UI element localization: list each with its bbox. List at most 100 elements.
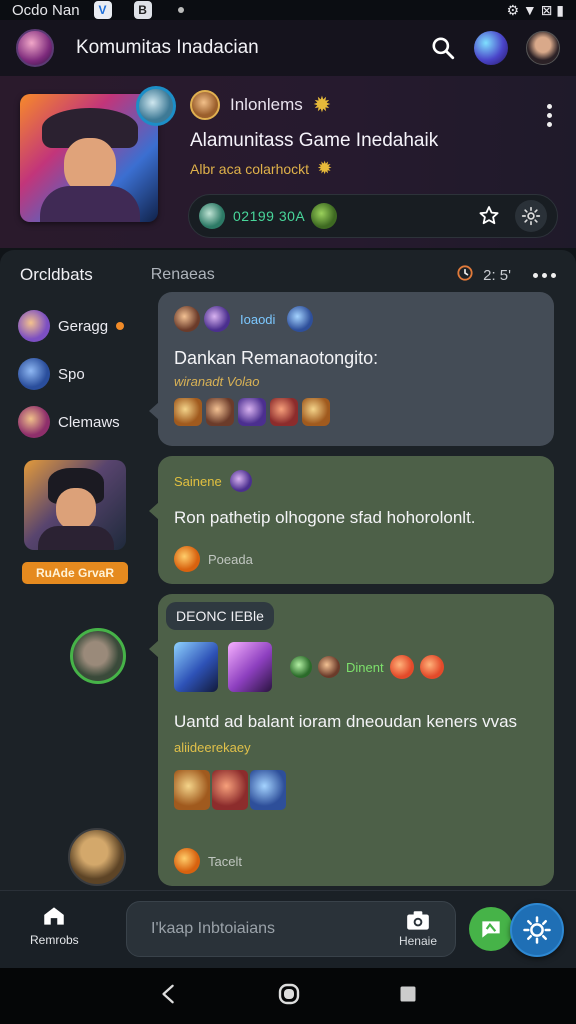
community-logo[interactable] <box>16 29 54 67</box>
chat-bubble-button[interactable] <box>469 907 513 951</box>
moderator-avatar[interactable] <box>190 90 220 120</box>
channel-item[interactable]: Spo <box>18 350 124 398</box>
tab-meta: 2: 5' <box>455 263 556 287</box>
participant-avatar[interactable] <box>68 828 126 886</box>
camera-icon <box>407 911 429 930</box>
timer-label: 2: 5' <box>483 266 511 284</box>
message-header: Sainene <box>174 470 252 492</box>
attachment-row: Dinent <box>174 642 444 692</box>
reply-avatar <box>174 546 200 572</box>
hero-thumb[interactable] <box>270 398 298 426</box>
reply-row[interactable]: Poeada <box>174 546 253 572</box>
home-tab[interactable]: Remrobs <box>30 903 79 947</box>
channel-avatar <box>18 406 50 438</box>
camera-label: Henaie <box>398 934 437 948</box>
home-nav-icon[interactable] <box>277 982 301 1011</box>
author-avatar[interactable] <box>174 306 200 332</box>
message-composer[interactable]: I'kaap Inbtoiaians Henaie <box>126 901 456 957</box>
tab-active[interactable]: Orcldbats <box>20 265 93 285</box>
more-options-icon[interactable] <box>547 104 552 127</box>
message-subtext: aliideerekaey <box>174 740 251 755</box>
channel-avatar <box>18 310 50 342</box>
badge-avatar <box>287 306 314 332</box>
author-name[interactable]: Ioaodi <box>240 312 275 327</box>
home-icon <box>44 907 65 925</box>
message-tag: DEONC IEBle <box>166 602 274 630</box>
attachment-image[interactable] <box>228 642 272 692</box>
message-subtext: wiranadt Volao <box>174 374 260 389</box>
user-avatar[interactable] <box>526 31 560 65</box>
back-icon[interactable] <box>158 983 180 1010</box>
search-icon[interactable] <box>430 35 456 61</box>
message-text: Dankan Remanaotongito: <box>174 348 379 368</box>
member-avatar-2 <box>311 203 338 229</box>
rewards-orb-icon[interactable] <box>474 31 508 65</box>
author-badge-icon <box>229 470 252 492</box>
hero-thumb[interactable] <box>174 398 202 426</box>
channel-label: Spo <box>58 365 85 383</box>
home-label: Remrobs <box>30 933 79 947</box>
message-bubble[interactable]: Sainene Ron pathetip olhogone sfad hohor… <box>149 456 554 584</box>
reply-label: Poeada <box>208 551 253 567</box>
channel-label: Clemaws <box>58 413 120 431</box>
system-nav-bar <box>0 968 576 1024</box>
hero-strip <box>174 398 330 426</box>
participant-avatar[interactable] <box>70 628 126 684</box>
channel-item[interactable]: Clemaws <box>18 398 124 446</box>
message-bubble[interactable]: DEONC IEBle Dinent Uantd ad balant ioram… <box>149 594 554 886</box>
author-avatar[interactable] <box>318 656 340 678</box>
message-text: Uantd ad balant ioram dneoudan keners vv… <box>174 712 518 731</box>
author-name[interactable]: Dinent <box>346 660 384 675</box>
hero-thumb[interactable] <box>238 398 266 426</box>
gear-icon <box>523 916 551 944</box>
hero-thumb[interactable] <box>206 398 234 426</box>
message-bubble[interactable]: Ioaodi Dankan Remanaotongito: wiranadt V… <box>149 292 554 446</box>
reply-row[interactable]: Tacelt <box>174 848 242 874</box>
message-text: Ron pathetip olhogone sfad hohorolonlt. <box>174 508 476 527</box>
reply-label: Tacelt <box>208 853 242 869</box>
pin-icon[interactable] <box>477 204 501 228</box>
settings-gear-icon[interactable] <box>515 200 547 232</box>
status-time: Ocdo Nan <box>12 1 80 19</box>
poster-avatar[interactable] <box>24 460 126 550</box>
hero-thumb[interactable] <box>212 770 248 810</box>
app-bar: Komumitas Inadacian <box>0 20 576 76</box>
group-badge-avatar[interactable] <box>136 86 176 126</box>
tab-inactive[interactable]: Renaeas <box>151 266 215 284</box>
message-header: Ioaodi <box>174 306 314 332</box>
channel-label: Geragg <box>58 317 109 335</box>
clover-icon <box>290 656 312 678</box>
fab-settings-button[interactable] <box>510 903 564 957</box>
member-pill[interactable]: 02199 30A <box>188 194 558 238</box>
channel-item[interactable]: Geragg <box>18 302 125 350</box>
channel-list: Geragg Spo Clemaws <box>18 302 125 446</box>
app-title: Komumitas Inadacian <box>76 37 259 58</box>
app-bar-actions <box>430 31 560 65</box>
author-name[interactable]: Sainene <box>174 474 222 489</box>
hero-thumb[interactable] <box>250 770 286 810</box>
cover-coat <box>40 186 140 222</box>
reaction-emoji[interactable] <box>389 655 414 679</box>
hero-thumb[interactable] <box>174 770 210 810</box>
clock-icon <box>455 263 475 287</box>
recents-icon[interactable] <box>398 984 418 1009</box>
group-header: Inlonlems ✹ Alamunitass Game Inedahaik A… <box>0 76 576 248</box>
camera-button[interactable]: Henaie <box>399 910 437 948</box>
hero-strip <box>174 770 286 810</box>
tab-more-icon[interactable] <box>533 272 556 278</box>
author-avatar[interactable] <box>204 306 230 332</box>
reaction-emoji[interactable] <box>419 655 444 679</box>
poster-face <box>56 488 96 530</box>
poster-body <box>38 526 114 550</box>
member-count: 02199 30A <box>233 208 306 224</box>
moderator-row: Inlonlems ✹ <box>190 90 331 120</box>
attachment-image[interactable] <box>174 642 218 692</box>
group-subtitle: Albr aca colarhockt <box>190 160 310 177</box>
hero-thumb[interactable] <box>302 398 330 426</box>
unread-dot <box>116 322 125 330</box>
reply-avatar <box>174 848 200 874</box>
composer-placeholder: I'kaap Inbtoiaians <box>151 920 276 937</box>
notification-app-icon: V <box>93 1 112 19</box>
moderator-label: Inlonlems <box>230 95 303 114</box>
chat-panel: Orcldbats Renaeas 2: 5' Geragg Spo Clema… <box>0 250 576 890</box>
